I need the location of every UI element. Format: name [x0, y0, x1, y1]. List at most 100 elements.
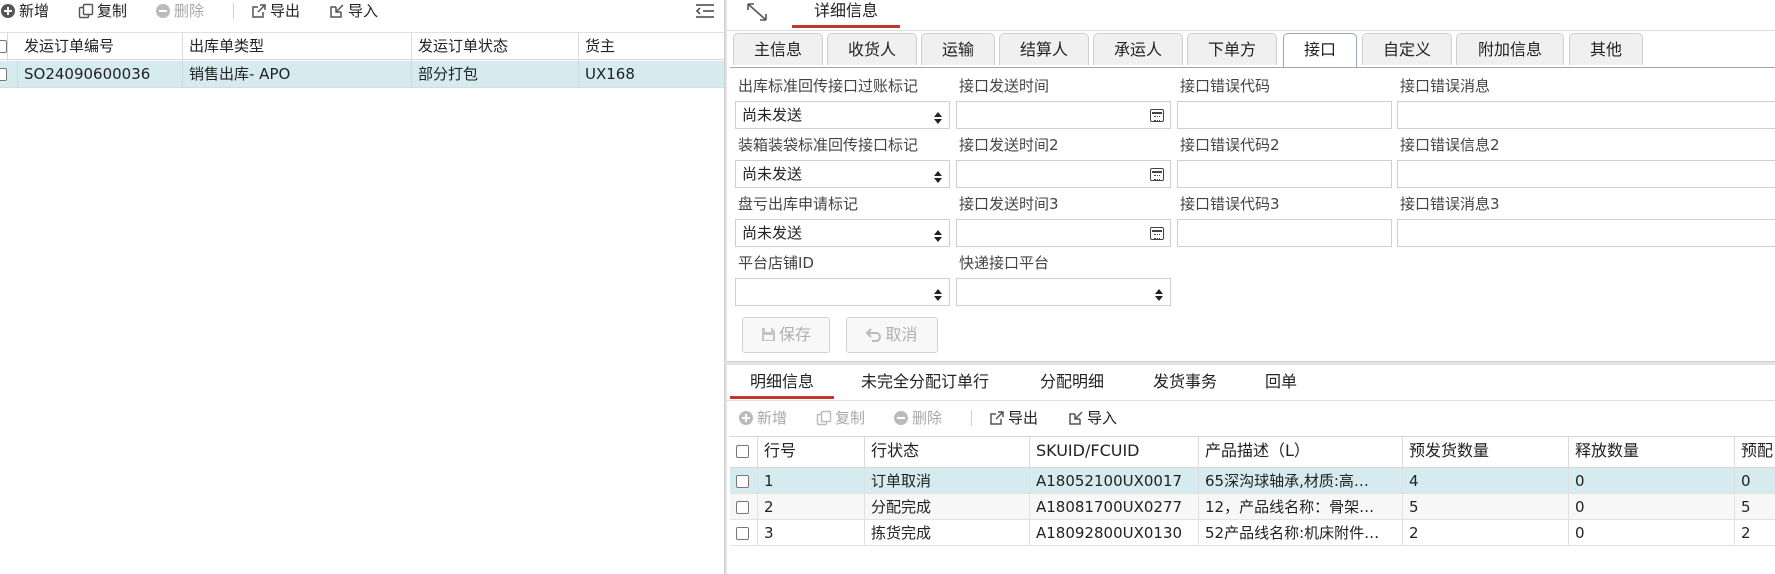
- row-checkbox[interactable]: [730, 520, 758, 546]
- add-button[interactable]: 新增: [0, 0, 49, 22]
- tab-transport[interactable]: 运输: [921, 33, 995, 65]
- detail-add-button[interactable]: 新增: [738, 407, 787, 429]
- col-product-desc[interactable]: 产品描述（L）: [1199, 437, 1403, 468]
- tab-main-info[interactable]: 主信息: [733, 33, 823, 65]
- select-outbound-flag[interactable]: 尚未发送: [735, 101, 950, 129]
- save-label: 保存: [778, 325, 811, 344]
- spinner-icon: [933, 108, 943, 124]
- tab-receipt[interactable]: 回单: [1265, 367, 1297, 399]
- select-inventory-loss-flag[interactable]: 尚未发送: [735, 219, 950, 247]
- col-preallocated[interactable]: 预配: [1735, 437, 1775, 468]
- cell-line-status: 拣货完成: [865, 520, 1030, 546]
- add-label: 新增: [19, 2, 50, 20]
- detail-export-button[interactable]: 导出: [989, 407, 1038, 429]
- tab-detail-info[interactable]: 详细信息: [792, 0, 901, 28]
- table-row[interactable]: 2 分配完成 A18081700UX0277 12，产品线名称：骨架… 5 0 …: [730, 494, 1775, 520]
- detail-grid-header: 行号 行状态 SKUID/FCUID 产品描述（L） 预发货数量 释放数量 预配: [730, 436, 1775, 468]
- col-skuid[interactable]: SKUID/FCUID: [1030, 437, 1199, 468]
- tab-ordering-party[interactable]: 下单方: [1187, 33, 1277, 65]
- label-error-code-3: 接口错误代码3: [1180, 195, 1280, 213]
- input-error-msg-3[interactable]: [1397, 219, 1775, 247]
- tab-allocation-details[interactable]: 分配明细: [1040, 367, 1104, 399]
- minus-circle-icon: [893, 410, 909, 426]
- col-owner[interactable]: 货主: [579, 33, 724, 61]
- tab-additional-info[interactable]: 附加信息: [1456, 33, 1564, 65]
- tab-other[interactable]: 其他: [1569, 33, 1643, 65]
- row-checkbox[interactable]: [730, 494, 758, 520]
- import-icon: [329, 3, 345, 19]
- input-send-time[interactable]: [956, 101, 1171, 129]
- export-button[interactable]: 导出: [251, 0, 300, 22]
- cell-released-qty: 0: [1569, 468, 1735, 494]
- detail-add-label: 新增: [757, 409, 788, 427]
- cell-order-status: 部分打包: [412, 61, 579, 88]
- input-send-time-3[interactable]: [956, 219, 1171, 247]
- tab-carrier[interactable]: 承运人: [1093, 33, 1183, 65]
- cancel-button[interactable]: 取消: [846, 317, 938, 353]
- cell-skuid: A18092800UX0130: [1030, 520, 1199, 546]
- table-row[interactable]: 1 订单取消 A18052100UX0017 65深沟球轴承,材质:高… 4 0…: [730, 468, 1775, 494]
- row-checkbox[interactable]: [730, 468, 758, 494]
- horizontal-splitter[interactable]: [727, 361, 1775, 365]
- label-inventory-loss-flag: 盘亏出库申请标记: [738, 195, 859, 213]
- input-error-msg[interactable]: [1397, 101, 1775, 129]
- col-line-status[interactable]: 行状态: [865, 437, 1030, 468]
- tab-unallocated-lines[interactable]: 未完全分配订单行: [861, 367, 989, 399]
- tab-settlement[interactable]: 结算人: [999, 33, 1089, 65]
- cell-released-qty: 0: [1569, 494, 1735, 520]
- label-error-msg: 接口错误消息: [1400, 77, 1491, 95]
- cell-line-no: 1: [758, 468, 865, 494]
- input-error-code-3[interactable]: [1177, 219, 1392, 247]
- detail-copy-button[interactable]: 复制: [816, 407, 865, 429]
- expand-icon[interactable]: [746, 2, 768, 26]
- cell-product-desc: 65深沟球轴承,材质:高…: [1199, 468, 1403, 494]
- input-send-time-2[interactable]: [956, 160, 1171, 188]
- calendar-icon[interactable]: [1150, 109, 1164, 122]
- tab-consignee[interactable]: 收货人: [827, 33, 917, 65]
- col-order-status[interactable]: 发运订单状态: [412, 33, 579, 61]
- tab-interface[interactable]: 接口: [1283, 33, 1357, 67]
- save-button[interactable]: 保存: [742, 317, 830, 353]
- col-outbound-type[interactable]: 出库单类型: [183, 33, 412, 61]
- select-express-platform[interactable]: [956, 278, 1171, 306]
- input-error-code[interactable]: [1177, 101, 1392, 129]
- detail-import-button[interactable]: 导入: [1068, 407, 1117, 429]
- collapse-panel-icon[interactable]: [695, 3, 715, 23]
- tab-line-details[interactable]: 明细信息: [730, 367, 835, 399]
- row-checkbox[interactable]: [0, 61, 18, 88]
- spinner-icon: [1154, 285, 1164, 301]
- select-shop-id[interactable]: [735, 278, 950, 306]
- select-all-checkbox[interactable]: [0, 33, 8, 61]
- detail-select-all-checkbox[interactable]: [730, 437, 758, 468]
- tab-custom[interactable]: 自定义: [1362, 33, 1452, 65]
- cell-product-desc: 52产品线名称:机床附件…: [1199, 520, 1403, 546]
- table-row[interactable]: 3 拣货完成 A18092800UX0130 52产品线名称:机床附件… 2 0…: [730, 520, 1775, 546]
- cell-planned-qty: 5: [1403, 494, 1569, 520]
- label-shop-id: 平台店铺ID: [738, 254, 814, 272]
- label-send-time-2: 接口发送时间2: [959, 136, 1059, 154]
- input-error-code-2[interactable]: [1177, 160, 1392, 188]
- cell-order-no: SO24090600036: [18, 61, 183, 88]
- col-line-no[interactable]: 行号: [758, 437, 865, 468]
- detail-delete-button[interactable]: 删除: [893, 407, 942, 429]
- cell-planned-qty: 2: [1403, 520, 1569, 546]
- cell-skuid: A18081700UX0277: [1030, 494, 1199, 520]
- col-planned-qty[interactable]: 预发货数量: [1403, 437, 1569, 468]
- import-button[interactable]: 导入: [329, 0, 378, 22]
- calendar-icon[interactable]: [1150, 168, 1164, 181]
- select-packing-flag[interactable]: 尚未发送: [735, 160, 950, 188]
- cell-preallocated: 2: [1741, 524, 1751, 542]
- tab-shipping-transactions[interactable]: 发货事务: [1153, 367, 1217, 399]
- table-row[interactable]: SO24090600036 销售出库- APO 部分打包 UX168: [0, 61, 724, 88]
- copy-button[interactable]: 复制: [78, 0, 127, 22]
- col-released-qty[interactable]: 释放数量: [1569, 437, 1735, 468]
- select-inventory-loss-flag-value: 尚未发送: [742, 224, 803, 242]
- col-order-no[interactable]: 发运订单编号: [18, 33, 183, 61]
- cell-line-no: 3: [758, 520, 865, 546]
- calendar-icon[interactable]: [1150, 227, 1164, 240]
- vertical-splitter[interactable]: [724, 0, 727, 574]
- input-error-msg-2[interactable]: [1397, 160, 1775, 188]
- detail-delete-label: 删除: [912, 409, 943, 427]
- cell-line-no: 2: [758, 494, 865, 520]
- delete-button[interactable]: 删除: [155, 0, 204, 22]
